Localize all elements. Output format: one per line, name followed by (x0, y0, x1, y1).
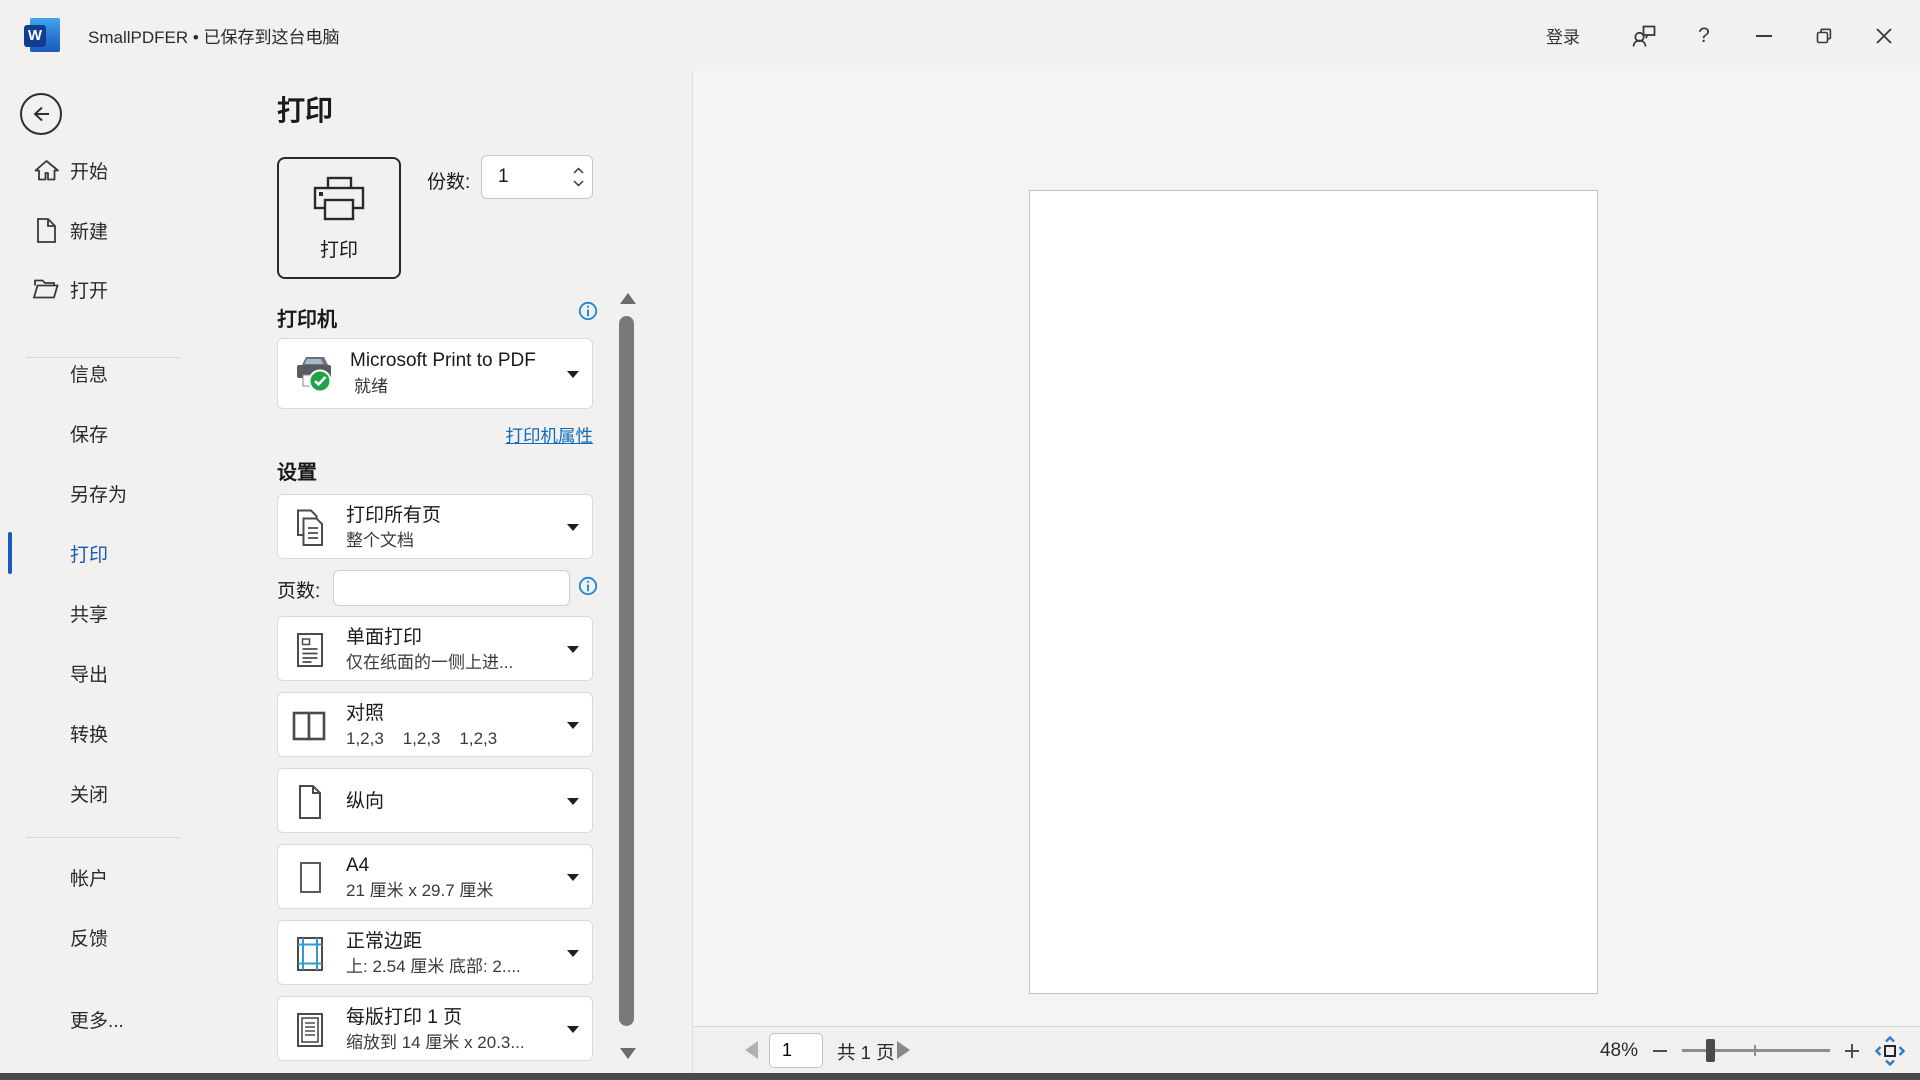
chevron-down-icon (567, 722, 579, 729)
printer-status: 就绪 (354, 374, 536, 399)
sidebar-item-print[interactable]: 打印 (0, 523, 208, 583)
printer-status-icon (292, 353, 336, 395)
document-title: SmallPDFER • 已保存到这台电脑 (88, 23, 340, 48)
zoom-slider[interactable] (1682, 1049, 1830, 1052)
copies-input[interactable] (482, 166, 552, 188)
portrait-icon (290, 781, 330, 822)
restore-button[interactable] (1794, 0, 1854, 71)
copies-label: 份数: (427, 167, 470, 194)
print-button[interactable]: 打印 (277, 157, 401, 279)
paper-size-icon (290, 857, 330, 898)
current-page-input[interactable] (769, 1033, 823, 1068)
zoom-level-label: 48% (1600, 1040, 1638, 1062)
print-preview-pane (693, 71, 1920, 1026)
spin-up-icon[interactable] (573, 167, 584, 174)
sidebar-item-export[interactable]: 导出 (0, 643, 208, 703)
pages-per-sheet-dropdown[interactable]: 每版打印 1 页 缩放到 14 厘米 x 20.3... (277, 996, 593, 1061)
printer-properties-link[interactable]: 打印机属性 (506, 423, 594, 448)
help-icon[interactable]: ? (1674, 0, 1734, 71)
previous-page-button[interactable] (745, 1041, 758, 1059)
sign-in-button[interactable]: 登录 (1538, 23, 1588, 48)
pages-info-icon[interactable] (578, 576, 598, 596)
sidebar-item-save-as[interactable]: 另存为 (0, 463, 208, 523)
printer-section-heading: 打印机 (277, 303, 337, 332)
printer-name: Microsoft Print to PDF (350, 348, 536, 374)
margins-dropdown[interactable]: 正常边距 上: 2.54 厘米 底部: 2.... (277, 920, 593, 985)
margins-icon (290, 933, 330, 974)
title-bar: W SmallPDFER • 已保存到这台电脑 登录 ? (0, 0, 1920, 71)
orientation-dropdown[interactable]: 纵向 (277, 768, 593, 833)
home-icon (32, 156, 60, 184)
chevron-down-icon (567, 950, 579, 957)
open-folder-icon (32, 275, 60, 303)
preview-page (1029, 190, 1598, 994)
active-indicator (8, 532, 12, 574)
sidebar-divider (26, 837, 180, 838)
word-backstage-window: W SmallPDFER • 已保存到这台电脑 登录 ? 开始 (0, 0, 1920, 1080)
printer-info-icon[interactable] (578, 301, 598, 321)
new-document-icon (32, 216, 60, 244)
back-arrow-icon (30, 103, 52, 125)
panel-scrollbar[interactable] (619, 316, 634, 1026)
collation-dropdown[interactable]: 对照 1,2,3 1,2,3 1,2,3 (277, 692, 593, 757)
word-app-icon: W (24, 18, 60, 54)
preview-status-bar: 共 1 页 48% (693, 1026, 1920, 1073)
page-title: 打印 (277, 89, 333, 129)
close-button[interactable] (1854, 0, 1914, 71)
scroll-up-icon[interactable] (620, 293, 636, 304)
copies-stepper[interactable] (481, 155, 593, 199)
minimize-button[interactable] (1734, 0, 1794, 71)
sidebar-item-account[interactable]: 帐户 (0, 847, 208, 907)
sidebar-item-info[interactable]: 信息 (0, 343, 208, 403)
chevron-down-icon (567, 524, 579, 531)
one-sided-icon (290, 629, 330, 670)
print-range-dropdown[interactable]: 打印所有页 整个文档 (277, 494, 593, 559)
back-button[interactable] (20, 93, 62, 135)
sidebar-item-open[interactable]: 打开 (0, 259, 208, 319)
zoom-slider-thumb[interactable] (1706, 1039, 1715, 1062)
chevron-down-icon (567, 798, 579, 805)
chevron-down-icon (567, 1026, 579, 1033)
zoom-out-button[interactable] (1653, 1050, 1667, 1052)
spin-down-icon[interactable] (573, 180, 584, 187)
duplex-dropdown[interactable]: 单面打印 仅在纸面的一侧上进... (277, 616, 593, 681)
sidebar-item-home[interactable]: 开始 (0, 140, 208, 200)
fit-to-page-button[interactable] (1874, 1035, 1906, 1067)
fit-to-page-icon (1875, 1036, 1905, 1066)
page-count-label: 共 1 页 (837, 1039, 895, 1065)
sidebar-item-share[interactable]: 共享 (0, 583, 208, 643)
backstage-sidebar: 开始 新建 打开 信息 保存 另存为 打印 共享 导出 转换 关闭 帐户 反馈 (0, 71, 208, 1073)
print-panel: 打印 打印 份数: 打印机 (208, 71, 692, 1073)
sidebar-item-save[interactable]: 保存 (0, 403, 208, 463)
chevron-down-icon (567, 646, 579, 653)
print-all-pages-icon (290, 507, 330, 548)
settings-section-heading: 设置 (277, 456, 317, 485)
print-button-label: 打印 (320, 235, 358, 262)
sidebar-item-transform[interactable]: 转换 (0, 703, 208, 763)
feedback-person-icon[interactable] (1614, 0, 1674, 71)
chevron-down-icon (567, 371, 579, 378)
next-page-button[interactable] (897, 1041, 910, 1059)
pages-input[interactable] (333, 570, 570, 606)
sidebar-item-new[interactable]: 新建 (0, 200, 208, 260)
collated-icon (290, 705, 330, 746)
sidebar-item-feedback[interactable]: 反馈 (0, 907, 208, 967)
paper-size-dropdown[interactable]: A4 21 厘米 x 29.7 厘米 (277, 844, 593, 909)
pages-label: 页数: (277, 576, 320, 603)
printer-icon (308, 175, 370, 227)
window-bottom-edge (0, 1073, 1920, 1080)
sidebar-item-close-doc[interactable]: 关闭 (0, 763, 208, 823)
sidebar-item-more[interactable]: 更多... (0, 989, 208, 1049)
pages-per-sheet-icon (290, 1009, 330, 1050)
scroll-down-icon[interactable] (620, 1048, 636, 1059)
zoom-in-button[interactable] (1845, 1044, 1859, 1058)
printer-dropdown[interactable]: Microsoft Print to PDF 就绪 (277, 338, 593, 409)
word-logo-letter: W (24, 25, 46, 47)
chevron-down-icon (567, 874, 579, 881)
